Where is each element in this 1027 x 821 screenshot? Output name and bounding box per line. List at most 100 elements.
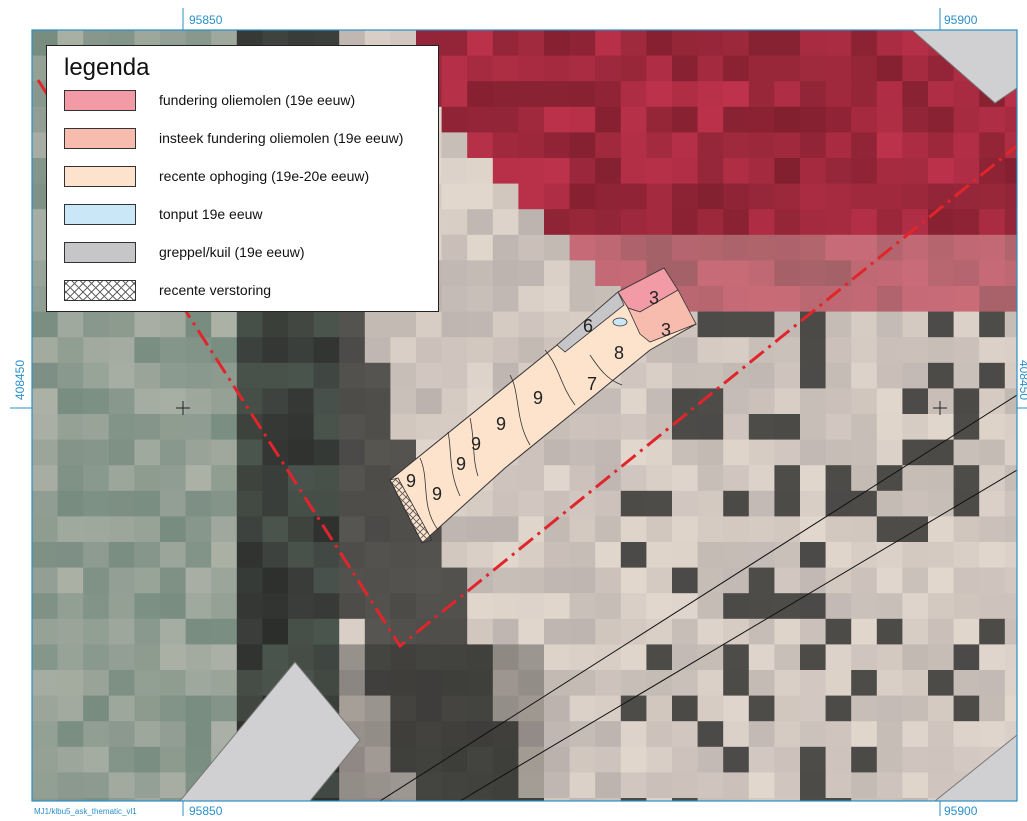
aerial-pixel [748,644,775,671]
aerial-pixel [774,286,801,313]
aerial-pixel [646,388,673,415]
aerial-pixel [467,644,494,671]
coord-top-right: 95900 [944,13,978,27]
aerial-pixel [800,465,827,492]
aerial-pixel [32,670,59,697]
aerial-pixel [697,439,724,466]
aerial-pixel [825,618,852,645]
aerial-pixel [492,746,519,773]
aerial-pixel [723,183,750,210]
legend-label: recente ophoging (19e-20e eeuw) [159,168,370,184]
aerial-pixel [928,260,955,287]
aerial-pixel [416,337,443,364]
aerial-pixel [851,670,878,697]
aerial-pixel [646,362,673,389]
aerial-pixel [928,158,955,185]
aerial-pixel [979,695,1006,722]
aerial-pixel [211,593,238,620]
aerial-pixel [441,311,468,338]
aerial-pixel [851,772,878,799]
aerial-pixel [1004,670,1017,697]
aerial-pixel [1004,311,1017,338]
aerial-pixel [32,721,59,748]
aerial-pixel [825,593,852,620]
aerial-pixel [723,593,750,620]
aerial-pixel [441,618,468,645]
aerial-pixel [902,260,929,287]
aerial-pixel [851,260,878,287]
aerial-pixel [979,362,1006,389]
aerial-pixel [57,516,84,543]
aerial-pixel [262,362,289,389]
aerial-pixel [697,490,724,517]
aerial-pixel [518,695,545,722]
aerial-pixel [467,55,494,82]
aerial-pixel [697,414,724,441]
aerial-pixel [569,55,596,82]
aerial-pixel [32,490,59,517]
aerial-pixel [620,106,647,133]
aerial-pixel [339,388,366,415]
feature-number: 9 [432,484,442,504]
aerial-pixel [544,260,571,287]
aerial-pixel [108,670,135,697]
aerial-pixel [262,465,289,492]
aerial-pixel [441,260,468,287]
aerial-pixel [646,772,673,799]
aerial-pixel [774,388,801,415]
aerial-pixel [902,362,929,389]
aerial-pixel [928,670,955,697]
aerial-pixel [697,362,724,389]
aerial-pixel [339,644,366,671]
aerial-pixel [83,465,110,492]
aerial-pixel [672,746,699,773]
aerial-pixel [697,183,724,210]
aerial-pixel [83,490,110,517]
aerial-pixel [467,183,494,210]
coord-top-left: 95850 [189,13,223,27]
aerial-pixel [723,209,750,236]
aerial-pixel [83,542,110,569]
aerial-pixel [185,542,212,569]
aerial-pixel [518,593,545,620]
aerial-pixel [902,695,929,722]
aerial-pixel [544,234,571,261]
aerial-pixel [441,132,468,159]
aerial-pixel [723,260,750,287]
aerial-pixel [876,516,903,543]
aerial-pixel [339,695,366,722]
aerial-pixel [364,311,391,338]
aerial-pixel [800,106,827,133]
aerial-pixel [339,772,366,799]
coord-bottom-left: 95850 [189,804,223,818]
aerial-pixel [876,55,903,82]
aerial-pixel [236,465,263,492]
aerial-pixel [211,311,238,338]
aerial-pixel [851,30,878,57]
aerial-pixel [697,286,724,313]
aerial-pixel [723,772,750,799]
aerial-pixel [83,516,110,543]
aerial-pixel [723,644,750,671]
aerial-pixel [1004,234,1017,261]
aerial-pixel [134,567,161,594]
aerial-pixel [595,746,622,773]
aerial-pixel [108,567,135,594]
aerial-pixel [953,670,980,697]
aerial-pixel [774,695,801,722]
aerial-pixel [851,490,878,517]
aerial-pixel [390,311,417,338]
aerial-pixel [876,362,903,389]
aerial-pixel [160,695,187,722]
aerial-pixel [83,337,110,364]
aerial-pixel [108,542,135,569]
aerial-pixel [595,209,622,236]
aerial-pixel [595,593,622,620]
aerial-pixel [83,593,110,620]
aerial-pixel [492,772,519,799]
aerial-pixel [902,132,929,159]
aerial-pixel [544,593,571,620]
aerial-pixel [928,388,955,415]
aerial-pixel [646,234,673,261]
aerial-pixel [876,567,903,594]
